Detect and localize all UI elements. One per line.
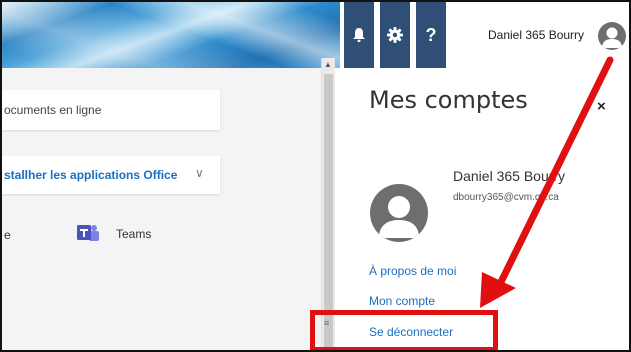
bell-icon — [353, 28, 365, 42]
header-avatar[interactable] — [598, 22, 626, 50]
teams-icon[interactable] — [76, 222, 100, 244]
account-avatar — [370, 184, 428, 242]
person-icon — [379, 196, 419, 238]
install-office-label: stallher les applications Office — [4, 168, 178, 182]
screenshot-frame: ? Daniel 365 Bourry ocuments en ligne st… — [0, 0, 631, 352]
app-tile-label[interactable]: e — [4, 228, 11, 242]
annotation-highlight-box — [310, 310, 498, 350]
close-icon[interactable]: × — [597, 98, 606, 115]
person-icon — [602, 27, 622, 48]
top-bar: ? Daniel 365 Bourry — [2, 2, 629, 68]
teams-app-label[interactable]: Teams — [116, 227, 151, 241]
header-banner — [2, 2, 340, 68]
settings-button[interactable] — [380, 2, 410, 68]
chevron-down-icon: ∨ — [195, 166, 204, 180]
my-account-link[interactable]: Mon compte — [369, 294, 435, 308]
account-menu-button[interactable]: Daniel 365 Bourry — [452, 2, 629, 68]
panel-title: Mes comptes — [369, 86, 528, 114]
notifications-button[interactable] — [344, 2, 374, 68]
install-office-button[interactable]: stallher les applications Office ∨ — [2, 156, 220, 194]
main-content: ocuments en ligne stallher les applicati… — [2, 68, 321, 350]
online-documents-card[interactable]: ocuments en ligne — [2, 90, 220, 130]
gear-icon — [387, 27, 403, 43]
vertical-scrollbar[interactable]: ▲ ≡ — [321, 58, 335, 350]
header-user-name: Daniel 365 Bourry — [488, 28, 585, 42]
help-icon: ? — [425, 24, 437, 45]
online-documents-label: ocuments en ligne — [4, 103, 102, 117]
about-me-link[interactable]: À propos de moi — [369, 264, 456, 278]
help-button[interactable]: ? — [416, 2, 446, 68]
account-name: Daniel 365 Bourry — [453, 168, 566, 184]
account-email: dbourry365@cvm.qc.ca — [453, 192, 559, 203]
scroll-up-icon[interactable]: ▲ — [324, 60, 332, 69]
scroll-thumb[interactable] — [324, 74, 333, 350]
